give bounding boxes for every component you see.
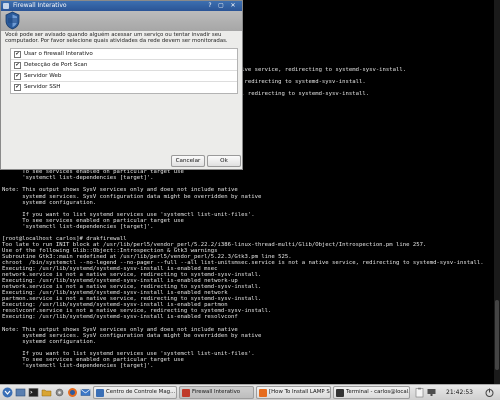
firewall-shield-icon — [5, 11, 20, 30]
browser-task-icon — [259, 389, 267, 397]
network-icon[interactable] — [426, 387, 437, 398]
terminal-task-icon — [336, 389, 344, 397]
control-center-icon — [96, 389, 104, 397]
dialog-description: Você pode ser avisado quando alguém aces… — [5, 32, 228, 45]
dialog-banner — [1, 11, 242, 31]
dialog-title: Firewall Interativo — [13, 2, 67, 9]
task-terminal[interactable]: Terminal - carlos@local... — [333, 386, 410, 399]
dialog-titlebar[interactable]: Firewall Interativo ? ▢ ✕ — [1, 1, 242, 11]
close-icon[interactable]: ✕ — [229, 2, 237, 10]
task-control-center[interactable]: Centro de Controle Mag... — [93, 386, 177, 399]
taskbar: Centro de Controle Mag... Firewall Inter… — [0, 384, 500, 400]
option-port-scan[interactable]: ✔ Detecção de Port Scan — [11, 60, 237, 71]
mail-icon[interactable] — [80, 387, 91, 398]
settings-icon[interactable] — [54, 387, 65, 398]
task-label: Centro de Controle Mag... — [106, 389, 176, 395]
app-icon — [3, 3, 9, 9]
option-label: Detecção de Port Scan — [24, 62, 88, 68]
task-label: Terminal - carlos@local... — [346, 389, 409, 395]
task-label: [How To Install LAMP St... — [269, 389, 330, 395]
scrollbar-thumb[interactable] — [495, 300, 499, 370]
option-label: Servidor SSH — [24, 84, 61, 90]
checkbox-ssh-server[interactable]: ✔ — [14, 84, 21, 91]
task-firewall[interactable]: Firewall Interativo — [179, 386, 254, 399]
terminal-scrollbar[interactable] — [494, 0, 500, 384]
power-icon[interactable] — [484, 387, 495, 398]
checkbox-port-scan[interactable]: ✔ — [14, 62, 21, 69]
help-icon[interactable]: ? — [206, 2, 214, 10]
task-browser[interactable]: [How To Install LAMP St... — [256, 386, 331, 399]
option-label: Usar o firewall Interativo — [24, 51, 93, 57]
maximize-icon[interactable]: ▢ — [217, 2, 225, 10]
cancel-button[interactable]: Cancelar — [171, 155, 205, 167]
services-list: ✔ Usar o firewall Interativo ✔ Detecção … — [10, 48, 238, 94]
task-label: Firewall Interativo — [192, 389, 241, 395]
terminal-launcher-icon[interactable] — [28, 387, 39, 398]
show-desktop-icon[interactable] — [15, 387, 26, 398]
clipboard-icon[interactable] — [414, 387, 425, 398]
option-interactive-firewall[interactable]: ✔ Usar o firewall Interativo — [11, 49, 237, 60]
browser-icon[interactable] — [67, 387, 78, 398]
option-web-server[interactable]: ✔ Servidor Web — [11, 71, 237, 82]
option-ssh-server[interactable]: ✔ Servidor SSH — [11, 82, 237, 93]
option-label: Servidor Web — [24, 73, 62, 79]
checkbox-interactive-firewall[interactable]: ✔ — [14, 51, 21, 58]
firewall-dialog: Firewall Interativo ? ▢ ✕ Você pode ser … — [0, 0, 243, 170]
clock[interactable]: 21:42:53 — [446, 385, 473, 400]
ok-button[interactable]: Ok — [207, 155, 241, 167]
start-menu-icon[interactable] — [2, 387, 13, 398]
firewall-task-icon — [182, 389, 190, 397]
checkbox-web-server[interactable]: ✔ — [14, 73, 21, 80]
file-manager-icon[interactable] — [41, 387, 52, 398]
